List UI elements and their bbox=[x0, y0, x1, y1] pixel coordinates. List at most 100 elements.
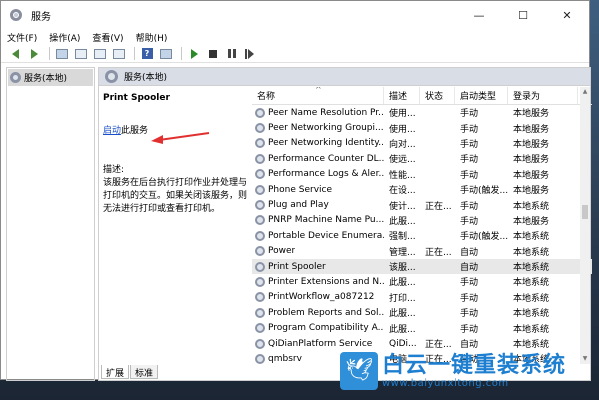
cell-name-text: Performance Logs & Aler... bbox=[268, 169, 384, 180]
service-detail-panel: Print Spooler 启动此服务 描述: 该服务在后台执行打印作业并处理与… bbox=[99, 87, 251, 367]
cell-start: 手动(触发... bbox=[455, 182, 508, 197]
table-row[interactable]: Peer Networking Groupi... 使用... 手动 本地服务 bbox=[252, 120, 592, 135]
cell-desc-text: 使用... bbox=[389, 109, 416, 120]
vertical-scrollbar[interactable]: ▲ ▼ bbox=[580, 87, 590, 364]
watermark-brand: 白云一键重装系统 bbox=[382, 352, 567, 378]
show-tree-icon[interactable] bbox=[158, 46, 174, 61]
tree-item-local-services[interactable]: 服务(本地) bbox=[8, 69, 93, 86]
table-row[interactable]: Peer Networking Identity... 向对... 手动 本地服务 bbox=[252, 136, 592, 151]
properties-icon[interactable] bbox=[73, 46, 89, 61]
column-header-startup-type[interactable]: 启动类型 bbox=[455, 87, 508, 104]
cell-desc-text: 管理... bbox=[389, 247, 416, 258]
services-app-icon bbox=[9, 8, 23, 22]
cell-name: Peer Name Resolution Pr... bbox=[252, 105, 384, 120]
table-row[interactable]: Printer Extensions and N... 此服... 手动 本地系统 bbox=[252, 274, 592, 289]
service-gear-icon bbox=[255, 276, 265, 287]
cell-desc-text: 使计... bbox=[389, 201, 416, 212]
console-tree-icon[interactable] bbox=[54, 46, 70, 61]
scroll-up-icon[interactable]: ▲ bbox=[580, 87, 590, 97]
cell-desc: 该服... bbox=[384, 259, 420, 274]
cell-name: Printer Extensions and N... bbox=[252, 274, 384, 289]
scroll-thumb[interactable] bbox=[582, 205, 588, 219]
window-title: 服务 bbox=[31, 11, 51, 23]
back-icon[interactable] bbox=[7, 46, 23, 61]
menu-view[interactable]: 查看(V) bbox=[86, 31, 129, 44]
gear-icon bbox=[105, 70, 118, 83]
cell-start-text: 手动(触发... bbox=[460, 232, 508, 243]
table-row[interactable]: Program Compatibility A... 此服... 手动 本地系统 bbox=[252, 320, 592, 335]
bird-logo-icon: 🕊 bbox=[340, 352, 378, 390]
table-row[interactable]: Problem Reports and Sol... 此服... 手动 本地系统 bbox=[252, 305, 592, 320]
menu-bar: 文件(F) 操作(A) 查看(V) 帮助(H) bbox=[1, 29, 589, 45]
cell-start: 手动 bbox=[455, 305, 508, 320]
service-gear-icon bbox=[255, 123, 265, 134]
cell-logon: 本地系统 bbox=[508, 197, 578, 212]
menu-help[interactable]: 帮助(H) bbox=[130, 31, 174, 44]
column-header-status[interactable]: 状态 bbox=[420, 87, 455, 104]
cell-logon: 本地服务 bbox=[508, 213, 578, 228]
cell-desc: 在设... bbox=[384, 182, 420, 197]
forward-icon[interactable] bbox=[26, 46, 42, 61]
cell-name: Portable Device Enumera... bbox=[252, 228, 384, 243]
cell-desc-text: 性能... bbox=[389, 170, 416, 181]
column-header-log-on-as[interactable]: 登录为 bbox=[508, 87, 578, 104]
minimize-button[interactable]: — bbox=[457, 1, 501, 29]
cell-logon: 本地系统 bbox=[508, 274, 578, 289]
gear-icon bbox=[10, 72, 21, 83]
tab-standard[interactable]: 标准 bbox=[130, 365, 159, 379]
stop-service-icon[interactable] bbox=[205, 46, 221, 61]
cell-name-text: Phone Service bbox=[268, 184, 333, 195]
cell-desc-text: 使远... bbox=[389, 155, 416, 166]
close-button[interactable]: ✕ bbox=[545, 1, 589, 29]
cell-logon-text: 本地服务 bbox=[513, 170, 550, 181]
cell-desc: 此服... bbox=[384, 320, 420, 335]
cell-desc-text: 强制... bbox=[389, 232, 416, 243]
table-row[interactable]: Performance Logs & Aler... 性能... 手动 本地服务 bbox=[252, 167, 592, 182]
table-row[interactable]: PrintWorkflow_a087212 打印... 手动 本地系统 bbox=[252, 290, 592, 305]
table-row[interactable]: Plug and Play 使计... 正在... 手动 本地系统 bbox=[252, 197, 592, 212]
table-row[interactable]: Performance Counter DL... 使远... 手动 本地服务 bbox=[252, 151, 592, 166]
service-gear-icon bbox=[255, 353, 265, 364]
pause-service-icon[interactable] bbox=[224, 46, 240, 61]
start-service-link[interactable]: 启动 bbox=[103, 126, 121, 136]
restart-service-icon[interactable] bbox=[243, 46, 259, 61]
cell-name: Problem Reports and Sol... bbox=[252, 305, 384, 320]
table-row[interactable]: Power 管理... 正在... 自动 本地系统 bbox=[252, 244, 592, 259]
cell-desc: 此服... bbox=[384, 213, 420, 228]
services-pane: 服务(本地) Print Spooler 启动此服务 描述: 该服务在后台执行打… bbox=[98, 67, 592, 381]
cell-start: 手动 bbox=[455, 213, 508, 228]
export-icon[interactable] bbox=[111, 46, 127, 61]
service-gear-icon bbox=[255, 292, 265, 303]
cell-start-text: 手动 bbox=[460, 109, 479, 120]
table-row[interactable]: Portable Device Enumera... 强制... 手动(触发... 本… bbox=[252, 228, 592, 243]
table-row[interactable]: Print Spooler 该服... 自动 本地系统 bbox=[252, 258, 592, 275]
cell-state bbox=[420, 290, 455, 305]
start-service-icon[interactable] bbox=[186, 46, 202, 61]
toolbar-separator bbox=[49, 47, 50, 60]
cell-name-text: Plug and Play bbox=[268, 200, 329, 211]
refresh-icon[interactable] bbox=[92, 46, 108, 61]
maximize-button[interactable]: ☐ bbox=[501, 1, 545, 29]
cell-logon: 本地系统 bbox=[508, 228, 578, 243]
cell-logon-text: 本地服务 bbox=[513, 186, 550, 197]
view-tabs: 扩展 标准 bbox=[101, 365, 159, 379]
cell-start-text: 手动 bbox=[460, 278, 479, 289]
tab-extended[interactable]: 扩展 bbox=[101, 365, 130, 379]
cell-logon: 本地服务 bbox=[508, 105, 578, 120]
table-row[interactable]: Peer Name Resolution Pr... 使用... 手动 本地服务 bbox=[252, 105, 592, 120]
cell-logon: 本地系统 bbox=[508, 244, 578, 259]
scroll-down-icon[interactable]: ▼ bbox=[580, 354, 590, 364]
menu-action[interactable]: 操作(A) bbox=[43, 31, 86, 44]
cell-start: 手动 bbox=[455, 290, 508, 305]
table-row[interactable]: Phone Service 在设... 手动(触发... 本地服务 bbox=[252, 182, 592, 197]
column-header-description[interactable]: 描述 bbox=[384, 87, 420, 104]
table-row[interactable]: PNRP Machine Name Pu... 此服... 手动 本地服务 bbox=[252, 213, 592, 228]
pane-header: 服务(本地) bbox=[99, 68, 590, 86]
cell-logon-text: 本地系统 bbox=[513, 309, 550, 320]
cell-start-text: 手动 bbox=[460, 309, 479, 320]
table-row[interactable]: QiDianPlatform Service QiDi... 正在... 自动 本地系统 bbox=[252, 336, 592, 351]
menu-file[interactable]: 文件(F) bbox=[1, 31, 43, 44]
cell-name: QiDianPlatform Service bbox=[252, 336, 384, 351]
cell-start-text: 手动 bbox=[460, 124, 479, 135]
help-icon[interactable]: ? bbox=[139, 46, 155, 61]
